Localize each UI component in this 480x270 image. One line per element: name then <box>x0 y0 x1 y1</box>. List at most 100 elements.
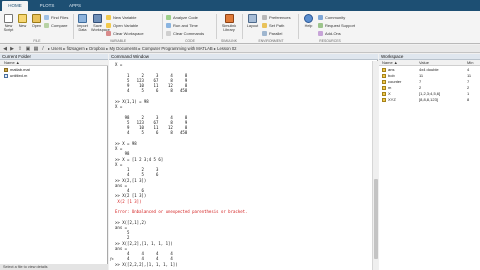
command-line: 5 <box>115 230 130 235</box>
ws-min-column-header[interactable]: Min <box>465 60 480 66</box>
import-data-button[interactable]: Import Data <box>76 14 89 32</box>
current-folder-path[interactable]: ▸ Users ▸ fitzsagern ▸ Dropbox ▸ My Docu… <box>48 46 236 52</box>
variable-min: 8 <box>467 97 470 102</box>
variable-name-text: counter <box>388 79 402 84</box>
ribbon-separator <box>298 14 299 39</box>
command-line: >> X(2,[1 3]) <box>115 177 147 183</box>
name-column-header[interactable]: Name ▲ <box>0 60 108 66</box>
command-line: ans = <box>115 245 128 251</box>
variable-name: XYZ <box>382 97 417 103</box>
command-line: 98 <box>115 151 130 157</box>
ws-value-column-header[interactable]: Value <box>417 60 465 66</box>
variable-icon <box>382 67 386 72</box>
toolstrip-ribbon: New Script New Open Find Files Compare F… <box>0 11 480 44</box>
ribbon-separator <box>242 14 243 39</box>
open-button[interactable]: Open <box>30 14 43 28</box>
ribbon-separator <box>73 14 74 39</box>
file-group-label: FILE <box>33 39 41 43</box>
drive-icon: ▦ <box>33 46 39 52</box>
tab-plots[interactable]: PLOTS <box>36 1 58 11</box>
command-line: 9 10 11 12 8 <box>115 125 188 130</box>
command-line: >> X = [1 2 3;4 5 6] <box>115 156 164 162</box>
request-support-button[interactable]: Request Support <box>318 23 355 29</box>
code-group-label: CODE <box>185 39 195 43</box>
new-variable-button[interactable]: New Variable <box>106 15 137 21</box>
add-ons-icon <box>318 31 323 36</box>
command-line: 5 123 67 8 9 <box>115 77 188 83</box>
command-line: 2 <box>115 235 130 241</box>
variable-icon <box>382 73 386 78</box>
ws-name-column-header[interactable]: Name ▲ <box>379 60 417 66</box>
error-line: Error: Unbalanced or unexpected parenthe… <box>115 209 248 214</box>
analyze-code-button[interactable]: Analyze Code <box>166 15 198 21</box>
file-item[interactable]: untitled.m <box>4 73 27 79</box>
layout-icon <box>248 14 257 23</box>
command-line: >> X([2,2],[1, 1, 1, 1]) <box>115 240 173 246</box>
new-script-icon <box>4 14 13 23</box>
command-window-panel: Command Window X = 1 2 3 4 8 5 123 67 8 … <box>109 54 378 270</box>
save-workspace-icon <box>93 14 102 23</box>
new-script-button[interactable]: New Script <box>2 14 15 32</box>
variable-name-text: X <box>388 91 391 96</box>
save-workspace-button[interactable]: Save Workspace <box>91 14 110 32</box>
command-line: 4 4 4 4 <box>115 251 173 256</box>
error-line: X(2 [1 3]) <box>115 198 142 204</box>
scrollbar-thumb[interactable] <box>374 179 378 259</box>
variable-group-label: VARIABLE <box>109 39 127 43</box>
open-variable-button[interactable]: Open Variable <box>106 23 138 29</box>
help-icon <box>304 14 313 23</box>
parallel-button[interactable]: Parallel <box>262 31 282 37</box>
compare-button[interactable]: Compare <box>44 23 67 29</box>
analyze-code-icon <box>166 15 171 20</box>
command-line: 1 2 3 <box>115 167 159 172</box>
command-line: 5 123 67 8 9 <box>115 119 188 125</box>
run-and-time-icon <box>166 23 171 28</box>
variable-icon <box>382 85 386 90</box>
variable-icon <box>382 97 386 102</box>
clear-commands-icon <box>166 31 171 36</box>
resources-group-label: RESOURCES <box>319 39 341 43</box>
command-line: >> X([2,1],2) <box>115 219 147 225</box>
forward-arrow-icon[interactable]: ▶ <box>9 46 15 52</box>
root-slash-icon: / <box>42 46 44 52</box>
command-line: X = <box>115 146 123 151</box>
clear-commands-button[interactable]: Clear Commands <box>166 31 204 37</box>
add-ons-button[interactable]: Add-Ons <box>318 31 341 37</box>
current-folder-panel: Current Folder Name ▲ matlab.mat untitle… <box>0 54 108 270</box>
variable-icon <box>382 79 386 84</box>
parallel-icon <box>262 31 267 36</box>
browse-folder-icon[interactable]: ▣ <box>25 46 31 52</box>
set-path-button[interactable]: Set Path <box>262 23 284 29</box>
command-line: >> X = 98 <box>115 140 137 146</box>
ribbon-separator <box>216 14 217 39</box>
fx-icon[interactable]: fx <box>110 256 114 261</box>
run-and-time-button[interactable]: Run and Time <box>166 23 198 29</box>
simulink-group-label: SIMULINK <box>220 39 237 43</box>
variable-icon <box>382 91 386 96</box>
simulink-library-button[interactable]: Simulink Library <box>220 14 238 32</box>
command-line: 4 4 4 4 <box>115 256 173 262</box>
command-window-title: Command Window <box>109 54 378 60</box>
community-button[interactable]: Community <box>318 15 345 21</box>
command-line: X = <box>115 104 123 109</box>
help-button[interactable]: Help <box>302 14 315 28</box>
new-button[interactable]: New <box>16 14 29 28</box>
workspace-panel: Workspace Name ▲ Value Min ans 4x4 double… <box>379 54 480 270</box>
command-window-scrollbar[interactable] <box>372 61 378 270</box>
command-line: 1 2 3 4 8 <box>115 72 188 78</box>
find-files-button[interactable]: Find Files <box>44 15 68 21</box>
variable-name-text: XYZ <box>388 97 396 102</box>
toolstrip-tab-bar: HOME PLOTS APPS <box>0 0 480 11</box>
command-window-output[interactable]: X = 1 2 3 4 8 5 123 67 8 9 9 10 11 12 8 … <box>109 61 372 270</box>
up-folder-icon[interactable]: ⇧ <box>17 46 23 52</box>
layout-button[interactable]: Layout <box>246 14 259 28</box>
command-line: 4 5 6 <box>115 172 159 178</box>
environment-group-label: ENVIRONMENT <box>258 39 284 43</box>
back-arrow-icon[interactable]: ◀ <box>2 46 8 52</box>
clear-workspace-button[interactable]: Clear Workspace <box>106 31 144 37</box>
preferences-button[interactable]: Preferences <box>262 15 291 21</box>
command-line: X = <box>115 62 123 67</box>
command-line: 4 5 6 8 458 <box>115 88 188 94</box>
tab-apps[interactable]: APPS <box>64 1 86 11</box>
tab-home[interactable]: HOME <box>2 1 28 11</box>
